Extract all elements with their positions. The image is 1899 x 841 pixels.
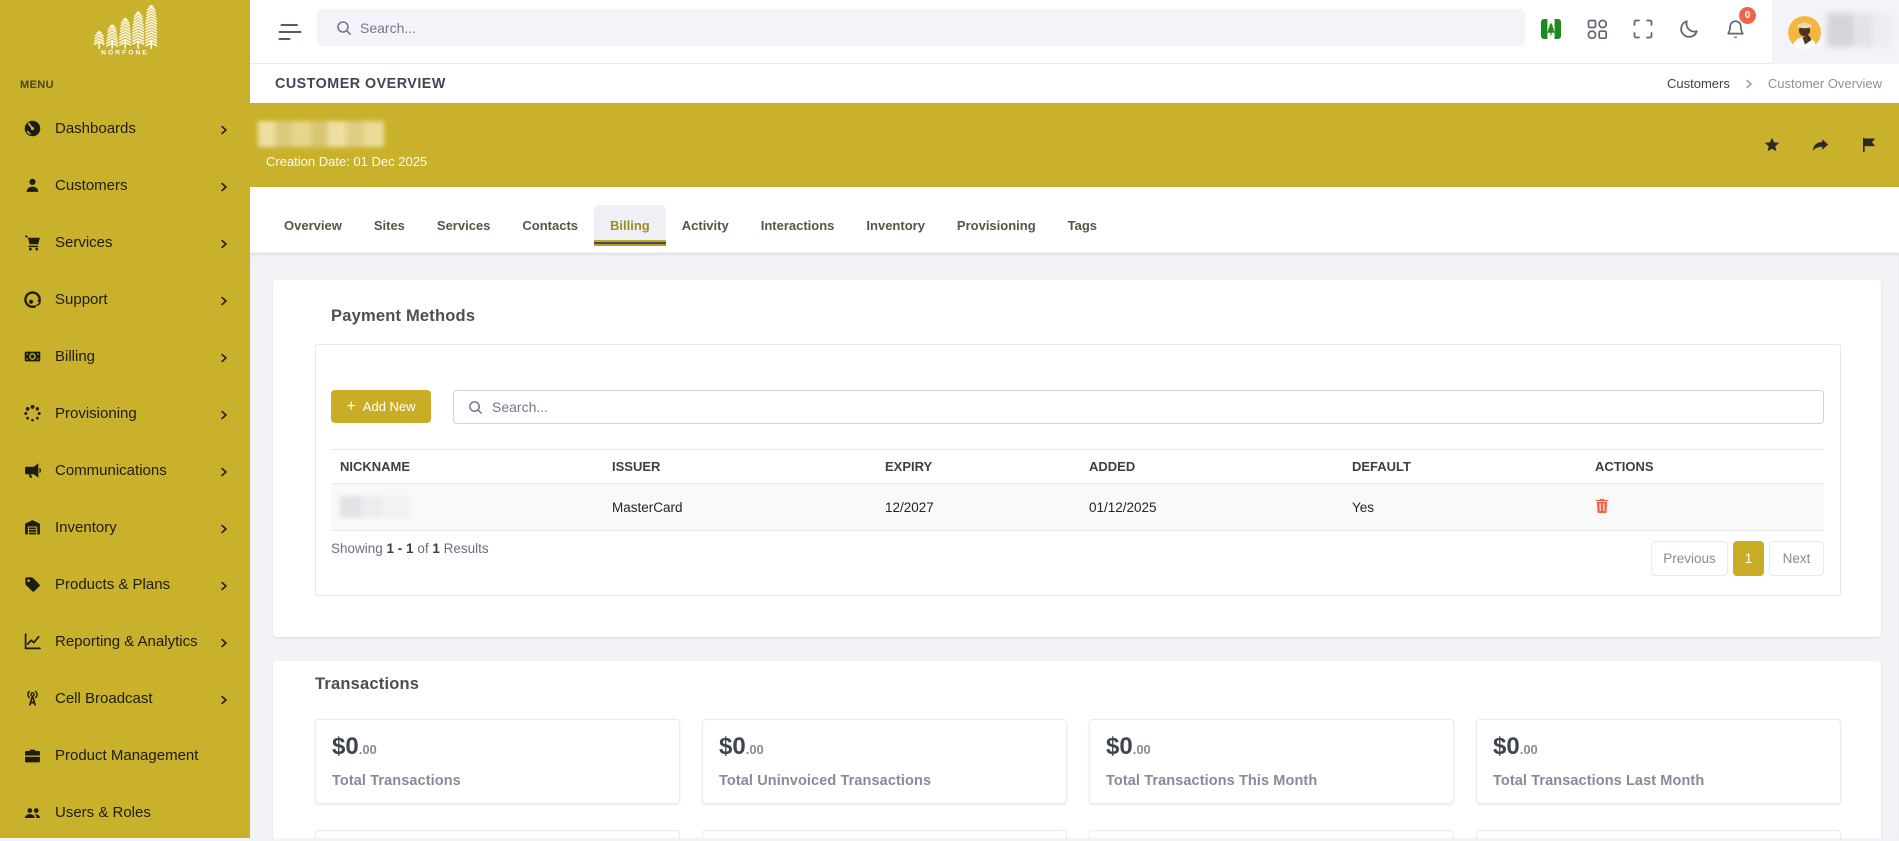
svg-text:NORFONE: NORFONE (101, 50, 149, 57)
